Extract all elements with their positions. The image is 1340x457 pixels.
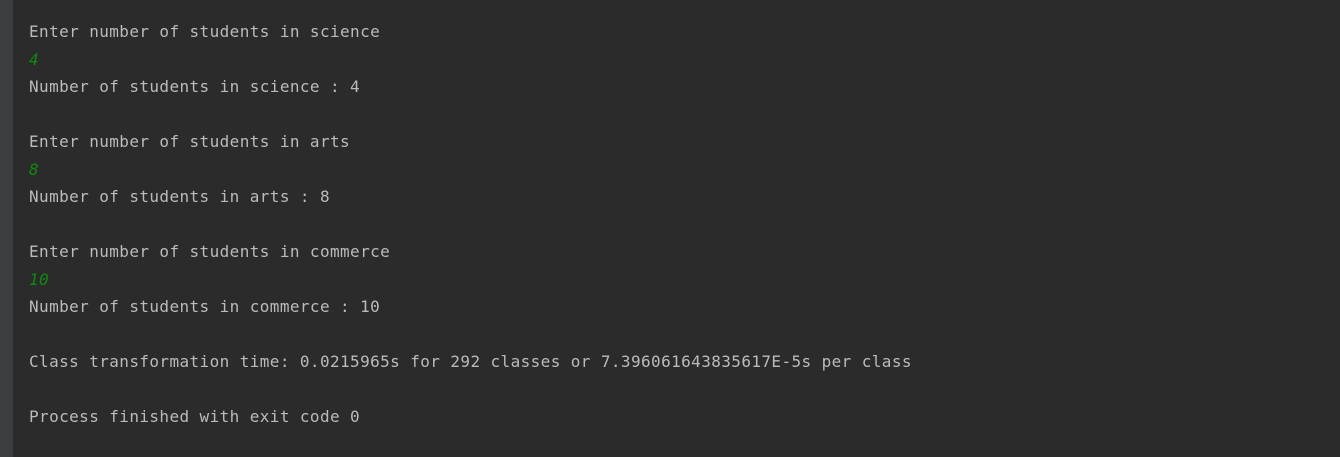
result-commerce: Number of students in commerce : 10: [29, 297, 381, 316]
console-output[interactable]: Enter number of students in science 4 Nu…: [29, 18, 1340, 431]
user-input-commerce: 10: [29, 269, 50, 289]
prompt-arts: Enter number of students in arts: [29, 132, 351, 151]
prompt-commerce: Enter number of students in commerce: [29, 242, 391, 261]
process-exit-message: Process finished with exit code 0: [29, 407, 361, 426]
console-gutter: [0, 0, 13, 457]
result-arts: Number of students in arts : 8: [29, 187, 330, 206]
user-input-arts: 8: [29, 159, 40, 179]
run-console-window: Enter number of students in science 4 Nu…: [0, 0, 1340, 457]
prompt-science: Enter number of students in science: [29, 22, 381, 41]
result-science: Number of students in science : 4: [29, 77, 361, 96]
class-transformation-time: Class transformation time: 0.0215965s fo…: [29, 352, 912, 371]
user-input-science: 4: [29, 49, 40, 69]
